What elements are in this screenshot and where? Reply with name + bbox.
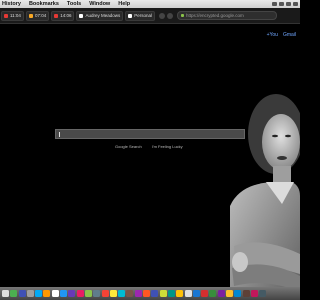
text-caret: [59, 132, 60, 137]
dock-app-icon[interactable]: [259, 290, 267, 297]
menu-tools[interactable]: Tools: [67, 1, 81, 7]
dock-app-icon[interactable]: [176, 290, 184, 297]
menu-history[interactable]: History: [2, 1, 21, 7]
dock-app-icon[interactable]: [159, 290, 167, 297]
top-links: +You Gmail: [267, 32, 296, 38]
dock-app-icon[interactable]: [143, 290, 151, 297]
google-search-button[interactable]: Google Search: [115, 144, 142, 149]
plus-you-link[interactable]: +You: [267, 32, 278, 38]
page-content: +You Gmail Google Search I'm Feeling Luc…: [0, 25, 300, 287]
status-icon[interactable]: [286, 2, 291, 6]
dock-app-icon[interactable]: [134, 290, 142, 297]
dock-app-icon[interactable]: [250, 290, 258, 297]
status-icon[interactable]: [293, 2, 298, 6]
tab-label: Personal: [134, 13, 153, 18]
dock: [0, 287, 300, 300]
status-icon[interactable]: [272, 2, 277, 6]
menu-window[interactable]: Window: [89, 1, 110, 7]
tab-label: 14:06: [60, 13, 72, 18]
dock-app-icon[interactable]: [201, 290, 209, 297]
dock-app-icon[interactable]: [51, 290, 59, 297]
status-icons: [270, 0, 298, 8]
tab-label: 11:04: [10, 13, 21, 18]
tab-favicon-icon: [4, 13, 8, 18]
tab-label: 07:04: [34, 13, 47, 18]
dock-app-icon[interactable]: [35, 290, 43, 297]
tab-1[interactable]: 11:04: [1, 10, 24, 21]
menu-bar: History Bookmarks Tools Window Help: [0, 0, 300, 8]
dock-app-icon[interactable]: [226, 290, 234, 297]
search-buttons: Google Search I'm Feeling Lucky: [115, 144, 183, 149]
dock-app-icon[interactable]: [10, 290, 18, 297]
dock-app-icon[interactable]: [217, 290, 225, 297]
tab-2[interactable]: 07:04: [25, 10, 50, 21]
status-icon[interactable]: [279, 2, 284, 6]
lock-icon: [181, 14, 185, 17]
dock-app-icon[interactable]: [43, 290, 51, 297]
tab-favicon-icon: [54, 13, 59, 18]
dock-app-icon[interactable]: [184, 290, 192, 297]
address-bar[interactable]: https://encrypted.google.com: [177, 11, 278, 20]
dock-app-icon[interactable]: [84, 290, 92, 297]
dock-app-icon[interactable]: [109, 290, 117, 297]
dock-app-icon[interactable]: [60, 290, 68, 297]
tab-4[interactable]: Audrey Meadows: [76, 10, 124, 21]
dock-app-icon[interactable]: [234, 290, 242, 297]
tab-favicon-icon: [28, 13, 33, 18]
dock-app-icon[interactable]: [93, 290, 101, 297]
menu-bookmarks[interactable]: Bookmarks: [29, 1, 59, 7]
dock-app-icon[interactable]: [126, 290, 134, 297]
dock-app-icon[interactable]: [151, 290, 159, 297]
address-text: https://encrypted.google.com: [186, 13, 244, 18]
tab-favicon-icon: [128, 13, 133, 18]
gmail-link[interactable]: Gmail: [283, 32, 296, 38]
tab-favicon-icon: [79, 13, 84, 18]
tab-label: Audrey Meadows: [85, 13, 121, 18]
tab-3[interactable]: 14:06: [51, 10, 75, 21]
dock-app-icon[interactable]: [209, 290, 217, 297]
dock-app-icon[interactable]: [167, 290, 175, 297]
tab-5[interactable]: Personal: [125, 10, 156, 21]
dock-app-icon[interactable]: [26, 290, 34, 297]
tab-strip: 11:04 07:04 14:06 Audrey Meadows Persona…: [0, 8, 300, 24]
dock-app-icon[interactable]: [76, 290, 84, 297]
dock-app-icon[interactable]: [242, 290, 250, 297]
feeling-lucky-button[interactable]: I'm Feeling Lucky: [152, 144, 183, 149]
dock-app-icon[interactable]: [101, 290, 109, 297]
dock-app-icon[interactable]: [68, 290, 76, 297]
back-button[interactable]: [159, 12, 166, 19]
dock-app-icon[interactable]: [18, 290, 26, 297]
search-input[interactable]: [55, 129, 245, 139]
forward-button[interactable]: [167, 12, 174, 19]
menu-help[interactable]: Help: [118, 1, 130, 7]
dock-app-icon[interactable]: [2, 290, 9, 297]
dock-app-icon[interactable]: [118, 290, 126, 297]
dock-app-icon[interactable]: [192, 290, 200, 297]
background-photo: [230, 94, 300, 287]
